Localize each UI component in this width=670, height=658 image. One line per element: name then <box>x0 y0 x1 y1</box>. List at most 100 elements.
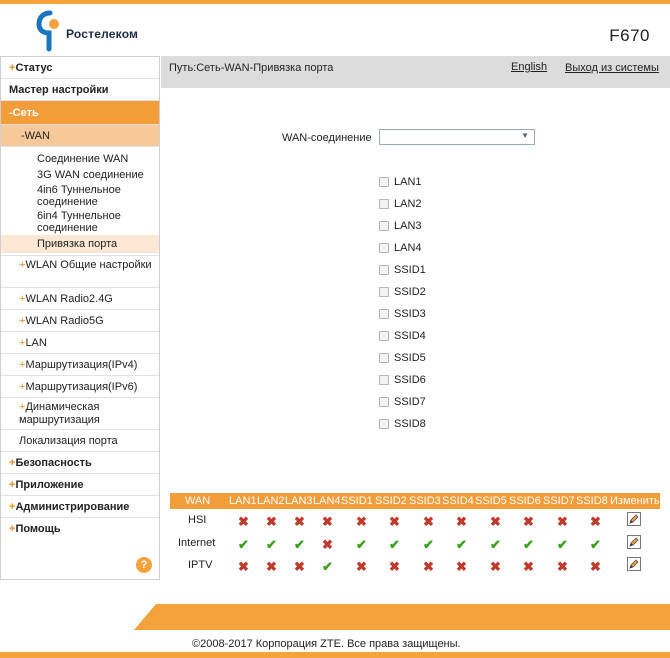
sidebar: +Статус Мастер настройки -Сеть -WAN Соед… <box>0 56 160 580</box>
table-column-header: SSID3 <box>409 495 441 507</box>
port-checkbox-label: SSID3 <box>394 308 426 320</box>
port-checkbox[interactable] <box>379 221 389 231</box>
menu-network[interactable]: -Сеть <box>1 101 159 125</box>
port-checkbox-label: SSID8 <box>394 418 426 430</box>
table-header: WAN LAN1 LAN2 LAN3 LAN4 SSID1 SSID2 SSID3 SSID4 S… <box>170 493 660 509</box>
cross-icon: ✖ <box>557 559 568 574</box>
table-column-header: SSID8 <box>576 495 608 507</box>
menu-port-localization[interactable]: Локализация порта <box>1 430 159 452</box>
check-icon: ✔ <box>294 537 305 552</box>
table-column-header: WAN <box>185 495 211 507</box>
submenu-3g-wan[interactable]: 3G WAN соединение <box>1 167 159 183</box>
cross-icon: ✖ <box>322 537 333 552</box>
table-column-header: SSID4 <box>442 495 474 507</box>
rostelecom-logo: Ростелеком <box>36 10 146 52</box>
check-icon: ✔ <box>523 537 534 552</box>
port-checkbox-label: LAN3 <box>394 220 422 232</box>
cross-icon: ✖ <box>389 514 400 529</box>
check-icon: ✔ <box>557 537 568 552</box>
cross-icon: ✖ <box>266 559 277 574</box>
port-checkbox[interactable] <box>379 177 389 187</box>
table-column-header: LAN2 <box>257 495 285 507</box>
menu-wan[interactable]: -WAN <box>1 125 159 147</box>
menu-help[interactable]: +Помощь <box>1 518 159 540</box>
cross-icon: ✖ <box>590 559 601 574</box>
menu-routing-ipv6[interactable]: +Маршрутизация(IPv6) <box>1 376 159 398</box>
table-column-header: Изменить <box>610 495 660 507</box>
rostelecom-logo-icon <box>36 10 59 52</box>
port-checkbox-label: SSID2 <box>394 286 426 298</box>
port-checkbox[interactable] <box>379 397 389 407</box>
menu-security[interactable]: +Безопасность <box>1 452 159 474</box>
language-english-link[interactable]: English <box>511 61 547 73</box>
logo-text: Ростелеком <box>66 27 139 41</box>
check-icon: ✔ <box>590 537 601 552</box>
port-checkbox[interactable] <box>379 199 389 209</box>
cross-icon: ✖ <box>456 514 467 529</box>
cross-icon: ✖ <box>238 559 249 574</box>
table-row-label: IPTV <box>188 559 213 571</box>
cross-icon: ✖ <box>238 514 249 529</box>
check-icon: ✔ <box>266 537 277 552</box>
cross-icon: ✖ <box>490 559 501 574</box>
edit-icon[interactable] <box>627 557 641 571</box>
port-checkbox-label: LAN4 <box>394 242 422 254</box>
check-icon: ✔ <box>356 537 367 552</box>
port-checkbox-label: LAN1 <box>394 176 422 188</box>
submenu-6in4[interactable]: 6in4 Туннельное соединение <box>1 209 159 235</box>
menu-wlan-radio5[interactable]: +WLAN Radio5G <box>1 310 159 332</box>
cross-icon: ✖ <box>490 514 501 529</box>
cross-icon: ✖ <box>590 514 601 529</box>
menu-routing-ipv4[interactable]: +Маршрутизация(IPv4) <box>1 354 159 376</box>
port-checkbox[interactable] <box>379 375 389 385</box>
table-column-header: LAN1 <box>229 495 257 507</box>
menu-lan[interactable]: +LAN <box>1 332 159 354</box>
port-checkbox-label: LAN2 <box>394 198 422 210</box>
copyright: ©2008-2017 Корпорация ZTE. Все права защ… <box>192 638 461 650</box>
port-checkbox[interactable] <box>379 353 389 363</box>
check-icon: ✔ <box>389 537 400 552</box>
breadcrumb: Путь:Сеть-WAN-Привязка порта <box>169 62 334 74</box>
menu-wizard[interactable]: Мастер настройки <box>1 79 159 101</box>
edit-icon[interactable] <box>627 512 641 526</box>
menu-wlan-general[interactable]: +WLAN Общие настройки <box>1 256 159 288</box>
cross-icon: ✖ <box>266 514 277 529</box>
breadcrumb-bar: Путь:Сеть-WAN-Привязка порта English Вых… <box>161 56 670 88</box>
table-column-header: LAN4 <box>313 495 341 507</box>
table-column-header: SSID6 <box>509 495 541 507</box>
cross-icon: ✖ <box>356 559 367 574</box>
cross-icon: ✖ <box>294 514 305 529</box>
check-icon: ✔ <box>490 537 501 552</box>
logout-link[interactable]: Выход из системы <box>565 62 659 74</box>
wan-submenu: Соединение WAN 3G WAN соединение 4in6 Ту… <box>1 147 159 256</box>
wan-connection-select[interactable]: ▼ <box>379 129 535 145</box>
bottom-accent-bar <box>0 652 670 658</box>
port-checkbox[interactable] <box>379 243 389 253</box>
menu-status[interactable]: +Статус <box>1 57 159 79</box>
port-checkbox[interactable] <box>379 331 389 341</box>
cross-icon: ✖ <box>557 514 568 529</box>
device-model: F670 <box>609 26 650 45</box>
cross-icon: ✖ <box>356 514 367 529</box>
wan-connection-label: WAN-соединение <box>282 132 372 144</box>
port-checkbox[interactable] <box>379 265 389 275</box>
menu-application[interactable]: +Приложение <box>1 474 159 496</box>
submenu-4in6[interactable]: 4in6 Туннельное соединение <box>1 183 159 209</box>
cross-icon: ✖ <box>456 559 467 574</box>
cross-icon: ✖ <box>523 514 534 529</box>
menu-dynamic-routing[interactable]: +Динамическая маршрутизация <box>1 398 159 430</box>
port-checkbox[interactable] <box>379 419 389 429</box>
port-checkbox-label: SSID5 <box>394 352 426 364</box>
cross-icon: ✖ <box>523 559 534 574</box>
port-checkbox[interactable] <box>379 287 389 297</box>
header: Ростелеком F670 <box>0 4 670 56</box>
menu-administration[interactable]: +Администрирование <box>1 496 159 518</box>
check-icon: ✔ <box>456 537 467 552</box>
help-icon[interactable]: ? <box>136 557 152 573</box>
menu-wlan-radio24[interactable]: +WLAN Radio2.4G <box>1 288 159 310</box>
edit-icon[interactable] <box>627 535 641 549</box>
port-checkbox[interactable] <box>379 309 389 319</box>
submenu-wan-connection[interactable]: Соединение WAN <box>1 151 159 167</box>
submenu-port-binding[interactable]: Привязка порта <box>1 235 159 253</box>
table-column-header: SSID7 <box>543 495 575 507</box>
